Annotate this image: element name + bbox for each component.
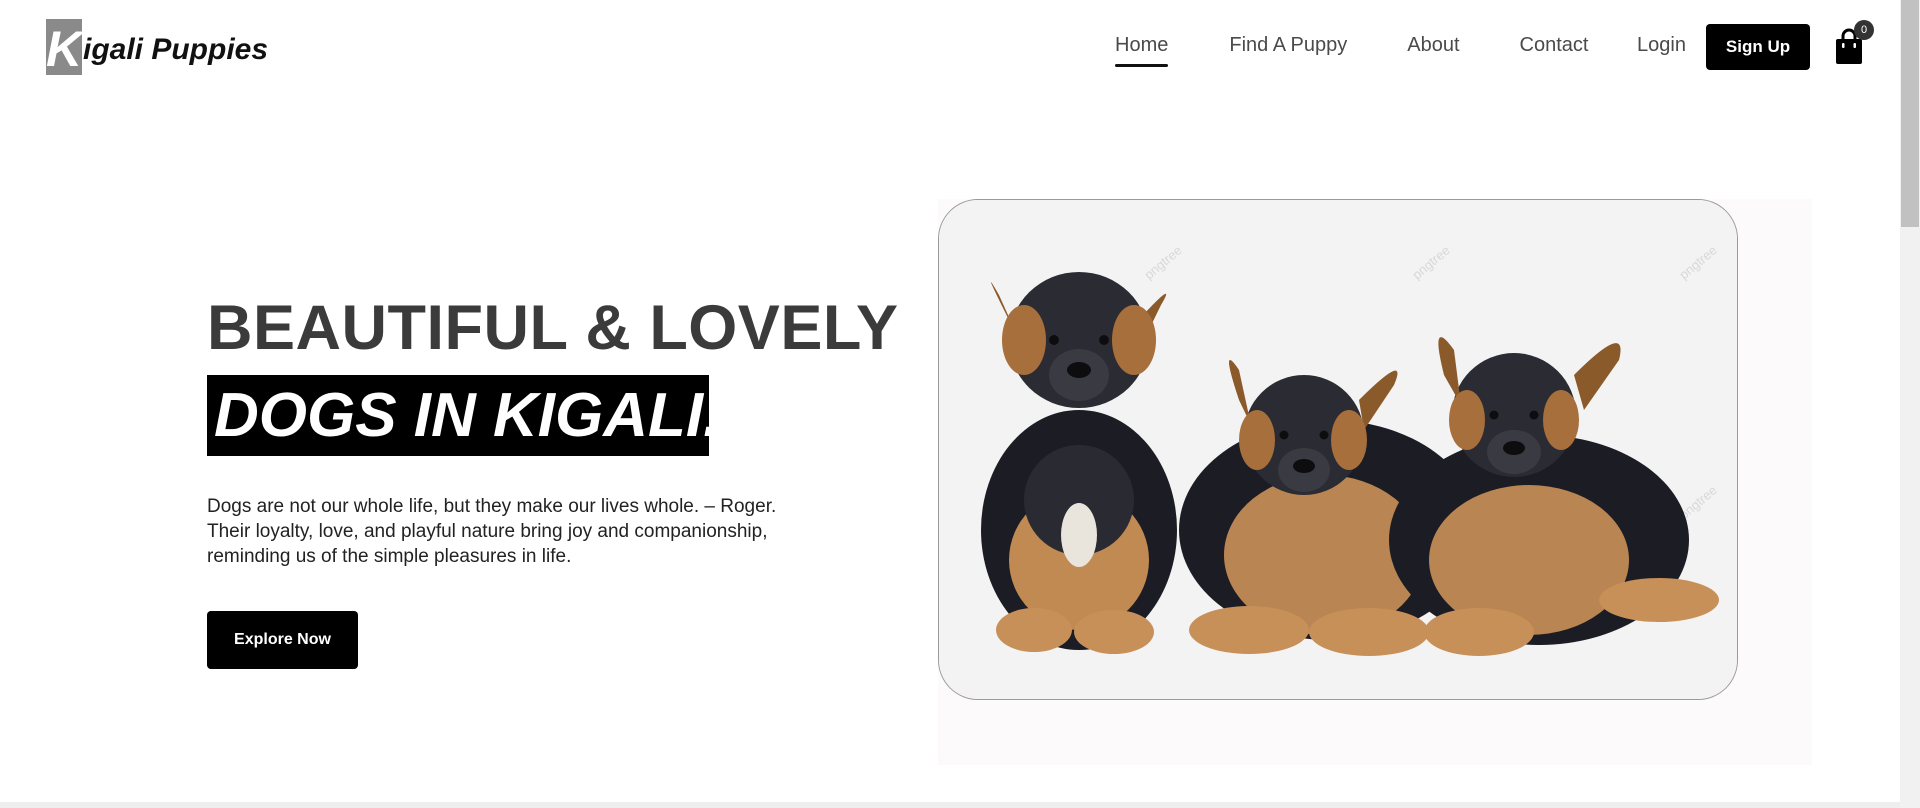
main-nav: Home Find A Puppy About Contact [1115,34,1589,67]
cart-count-badge: 0 [1854,20,1874,40]
brand-logo[interactable]: K igali Puppies [46,19,268,75]
section-divider [0,802,1900,808]
vertical-scrollbar-thumb[interactable] [1901,0,1919,227]
hero-title-line-2: DOGS IN KIGALI. [207,375,720,456]
sign-up-button[interactable]: Sign Up [1706,24,1810,70]
nav-item-contact[interactable]: Contact [1520,34,1589,61]
nav-item-find-a-puppy[interactable]: Find A Puppy [1229,34,1347,61]
login-link[interactable]: Login [1637,34,1686,57]
cart-button[interactable]: 0 [1833,20,1877,70]
explore-now-button[interactable]: Explore Now [207,611,358,669]
hero-image-card: pngtree pngtree pngtree pngtree [938,199,1738,700]
hero-title-line-1: BEAUTIFUL & LOVELY [207,293,899,363]
puppy-left [981,272,1177,654]
hero-description: Dogs are not our whole life, but they ma… [207,496,777,567]
page: K igali Puppies Home Find A Puppy About … [0,0,1920,808]
logo-text: igali Puppies [83,33,269,66]
nav-item-home[interactable]: Home [1115,34,1169,67]
logo-letter: K [46,19,82,75]
puppies-image: pngtree pngtree pngtree pngtree [939,200,1737,699]
nav-item-about[interactable]: About [1407,34,1459,61]
